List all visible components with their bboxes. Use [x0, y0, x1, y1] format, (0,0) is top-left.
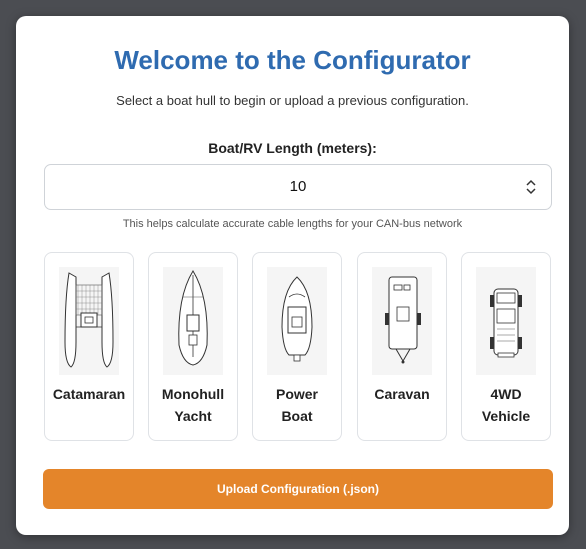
dialog-title: Welcome to the Configurator	[114, 45, 471, 75]
hull-label: Catamaran	[52, 386, 126, 402]
upload-configuration-button[interactable]: Upload Configuration (.json)	[43, 469, 553, 509]
hull-card-power-boat[interactable]: Power Boat	[252, 252, 342, 441]
4wd-vehicle-icon	[476, 267, 536, 375]
hull-card-4wd-vehicle[interactable]: 4WD Vehicle	[461, 252, 551, 441]
power-boat-icon	[267, 267, 327, 375]
length-input[interactable]: 10	[44, 164, 552, 210]
hull-card-monohull-yacht[interactable]: Monohull Yacht	[148, 252, 238, 441]
monohull-yacht-icon	[163, 267, 223, 375]
hull-label: Power Boat	[275, 386, 318, 424]
hull-card-caravan[interactable]: Caravan	[357, 252, 447, 441]
length-stepper-icon[interactable]	[525, 178, 537, 196]
hull-label: Caravan	[374, 386, 430, 402]
caravan-icon	[372, 267, 432, 375]
length-hint: This helps calculate accurate cable leng…	[122, 218, 463, 230]
configurator-dialog: Welcome to the Configurator Select a boa…	[16, 16, 569, 535]
hull-card-catamaran[interactable]: Catamaran	[44, 252, 134, 441]
dialog-subtitle: Select a boat hull to begin or upload a …	[116, 93, 469, 108]
catamaran-icon	[59, 267, 119, 375]
hull-label: 4WD Vehicle	[481, 386, 531, 424]
length-label: Boat/RV Length (meters):	[208, 140, 377, 156]
hull-label: Monohull Yacht	[161, 386, 225, 424]
length-value[interactable]: 10	[45, 165, 551, 209]
